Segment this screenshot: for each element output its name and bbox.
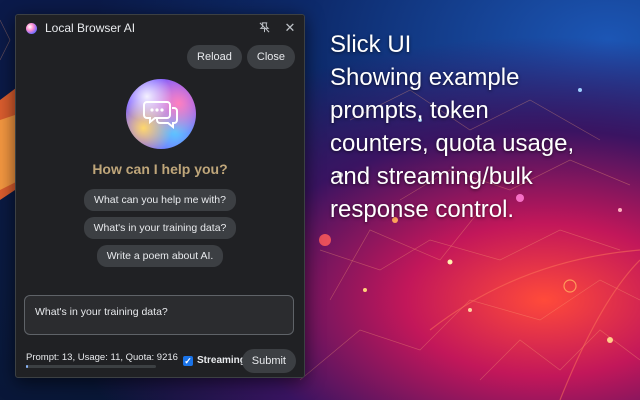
- title-bar: Local Browser AI ✕: [16, 15, 304, 41]
- tagline-line: Slick UI: [330, 31, 412, 58]
- close-icon[interactable]: ✕: [284, 20, 296, 36]
- suggestion-chip[interactable]: What can you help me with?: [84, 189, 236, 211]
- tagline-line: counters, quota usage,: [330, 130, 575, 157]
- assistant-avatar: [126, 79, 196, 149]
- reload-button[interactable]: Reload: [187, 45, 242, 69]
- streaming-label: Streaming: [197, 355, 246, 366]
- chat-bubbles-icon: [143, 101, 178, 129]
- suggestion-chip[interactable]: What's in your training data?: [83, 217, 237, 239]
- pin-off-icon[interactable]: [258, 21, 270, 36]
- tagline-line: and streaming/bulk: [330, 163, 533, 190]
- greeting-heading: How can I help you?: [92, 161, 228, 177]
- extension-panel: Local Browser AI ✕ Reload Close How can …: [15, 14, 305, 378]
- quota-progress-fill: [26, 365, 28, 368]
- marketing-tagline: Slick UI Showing example prompts, token …: [330, 28, 630, 226]
- streaming-toggle[interactable]: ✓ Streaming: [183, 355, 246, 366]
- suggestion-chip[interactable]: Write a poem about AI.: [96, 245, 224, 267]
- token-counters: Prompt: 13, Usage: 11, Quota: 9216: [26, 352, 178, 363]
- prompt-input[interactable]: What's in your training data?: [24, 295, 294, 335]
- streaming-checkbox[interactable]: ✓: [183, 355, 193, 366]
- toolbar: Reload Close: [187, 45, 295, 69]
- tagline-line: Showing example: [330, 64, 520, 91]
- tagline-line: prompts, token: [330, 97, 489, 124]
- close-button[interactable]: Close: [246, 45, 295, 69]
- app-logo-icon: [26, 22, 37, 34]
- submit-button[interactable]: Submit: [241, 349, 296, 373]
- window-title: Local Browser AI: [45, 21, 136, 35]
- tagline-line: response control.: [330, 196, 515, 223]
- quota-progress-bar: [26, 365, 156, 368]
- example-prompts: What can you help me with? What's in you…: [16, 189, 304, 267]
